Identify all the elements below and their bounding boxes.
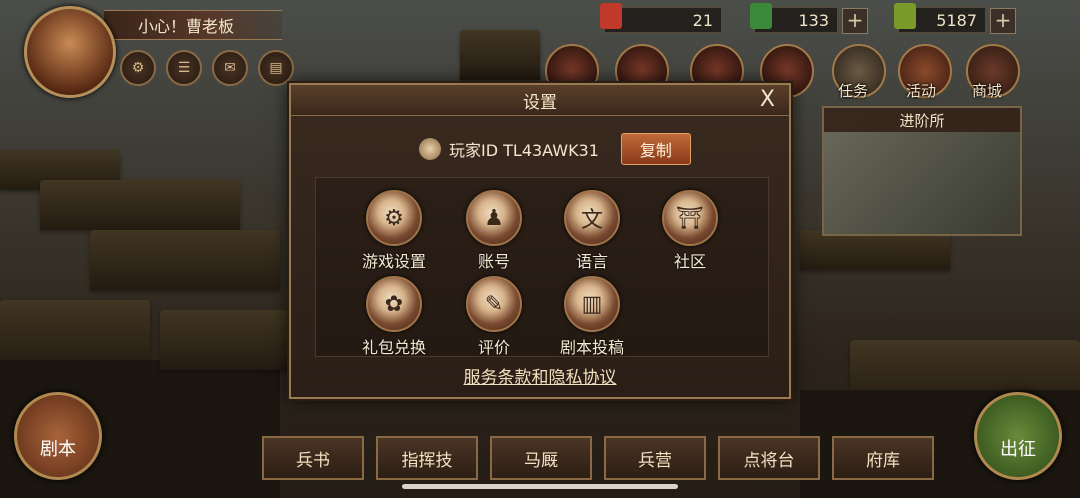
option-game-settings[interactable]: ⚙ 游戏设置: [346, 190, 442, 272]
option-language[interactable]: 文 语言: [544, 190, 640, 272]
player-id-row: 玩家ID TL43AWK31 复制: [419, 133, 691, 165]
bottom-nav-treasury[interactable]: 府库: [832, 436, 934, 480]
gear-icon[interactable]: ⚙: [120, 50, 156, 86]
option-community[interactable]: ⛩ 社区: [642, 190, 738, 272]
sortie-button[interactable]: 出征: [974, 392, 1062, 480]
bottom-nav-general-platform[interactable]: 点将台: [718, 436, 820, 480]
cart-icon[interactable]: ☰: [166, 50, 202, 86]
nav-activity[interactable]: 活动: [906, 80, 936, 101]
option-label: 语言: [575, 252, 608, 271]
settings-dialog: 设置 X 玩家ID TL43AWK31 复制 ⚙ 游戏设置 ♟ 账号 文 语言 …: [289, 83, 791, 399]
person-icon: ♟: [466, 190, 522, 246]
advance-panel-title: 进阶所: [824, 108, 1020, 132]
add-coin-button[interactable]: +: [990, 8, 1016, 34]
coin-icon: [894, 3, 916, 29]
bottom-nav-barracks[interactable]: 兵营: [604, 436, 706, 480]
book-icon[interactable]: ▤: [258, 50, 294, 86]
option-label: 游戏设置: [361, 252, 426, 271]
option-script-submit[interactable]: ▥ 剧本投稿: [544, 276, 640, 358]
option-label: 礼包兑换: [361, 338, 426, 357]
jade-icon: [750, 3, 772, 29]
script-button[interactable]: 剧本: [14, 392, 102, 480]
scroll-icon: ▥: [564, 276, 620, 332]
option-label: 账号: [477, 252, 510, 271]
scroll-quill-icon: ✎: [466, 276, 522, 332]
gate-icon: ⛩: [662, 190, 718, 246]
player-id: 玩家ID TL43AWK31: [449, 141, 599, 160]
home-indicator[interactable]: [402, 484, 678, 489]
terms-privacy-link[interactable]: 服务条款和隐私协议: [291, 363, 789, 388]
player-icon: [419, 138, 441, 160]
nav-shop[interactable]: 商城: [972, 80, 1002, 101]
gears-icon: ⚙: [366, 190, 422, 246]
player-name-banner: 小心！曹老板: [104, 10, 282, 40]
option-label: 评价: [477, 338, 510, 357]
bag-icon: ✿: [366, 276, 422, 332]
dialog-title: 设置 X: [291, 85, 789, 116]
option-review[interactable]: ✎ 评价: [446, 276, 542, 358]
close-icon[interactable]: X: [760, 87, 775, 112]
option-account[interactable]: ♟ 账号: [446, 190, 542, 272]
player-avatar[interactable]: [24, 6, 116, 98]
bottom-nav-command-skill[interactable]: 指挥技: [376, 436, 478, 480]
copy-button[interactable]: 复制: [620, 133, 691, 165]
nav-task[interactable]: 任务: [838, 80, 868, 101]
token-icon: [600, 3, 622, 29]
option-label: 剧本投稿: [559, 338, 624, 357]
bottom-nav-stable[interactable]: 马厩: [490, 436, 592, 480]
language-icon: 文: [564, 190, 620, 246]
add-jade-button[interactable]: +: [842, 8, 868, 34]
option-label: 社区: [673, 252, 706, 271]
advance-panel[interactable]: 进阶所: [822, 106, 1022, 236]
settings-options-panel: ⚙ 游戏设置 ♟ 账号 文 语言 ⛩ 社区 ✿ 礼包兑换 ✎ 评价 ▥ 剧本投稿: [315, 177, 769, 357]
option-gift-redeem[interactable]: ✿ 礼包兑换: [346, 276, 442, 358]
bottom-nav-art-of-war[interactable]: 兵书: [262, 436, 364, 480]
mail-icon[interactable]: ✉: [212, 50, 248, 86]
